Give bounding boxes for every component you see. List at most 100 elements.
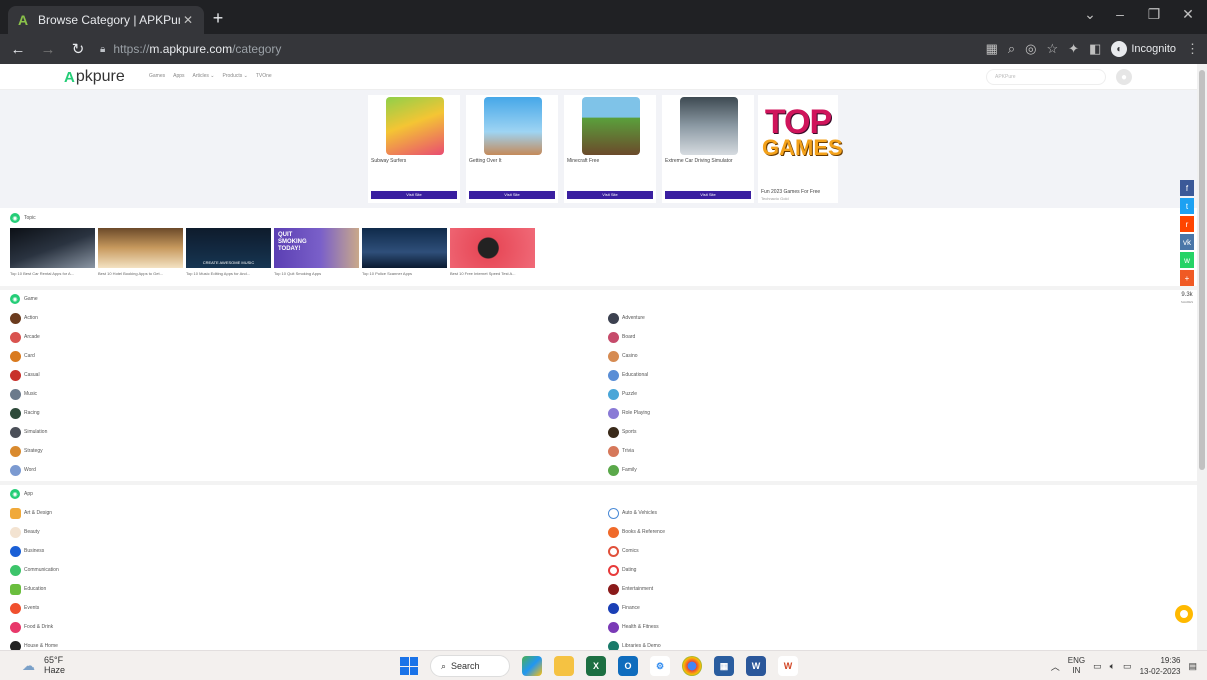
apkpure-logo[interactable]: A pkpure: [64, 68, 125, 86]
category-link[interactable]: Arcade: [10, 331, 40, 343]
back-icon[interactable]: ←: [6, 41, 30, 58]
site-search-input[interactable]: APKPure: [986, 69, 1106, 85]
address-bar[interactable]: 🔒︎ https:// m.apkpure.com /category: [92, 37, 942, 61]
category-link[interactable]: Educational: [608, 369, 648, 381]
category-link[interactable]: Strategy: [10, 445, 43, 457]
file-explorer-icon[interactable]: [554, 656, 574, 676]
category-link[interactable]: Entertainment: [608, 583, 653, 595]
user-avatar-icon[interactable]: ●: [1116, 69, 1132, 85]
incognito-indicator[interactable]: ◐ Incognito: [1111, 41, 1176, 57]
windows-start-icon[interactable]: [400, 657, 418, 675]
tab-search-icon[interactable]: ⌄: [1076, 6, 1104, 23]
category-link[interactable]: Casino: [608, 350, 638, 362]
category-link[interactable]: Finance: [608, 602, 640, 614]
extensions-icon[interactable]: ✦: [1068, 41, 1079, 57]
side-panel-icon[interactable]: ◧: [1089, 41, 1101, 57]
restore-icon[interactable]: ❐: [1140, 6, 1168, 23]
category-link[interactable]: Sports: [608, 426, 636, 438]
category-link[interactable]: Education: [10, 583, 46, 595]
tray-overflow-icon[interactable]: ︿: [1051, 660, 1060, 673]
category-link[interactable]: Adventure: [608, 312, 645, 324]
category-link[interactable]: Music: [10, 388, 37, 400]
clock[interactable]: 19:36 13-02-2023: [1140, 655, 1181, 677]
wps-office-icon[interactable]: W: [778, 656, 798, 676]
category-link[interactable]: Action: [10, 312, 38, 324]
top-games-ad[interactable]: TOP GAMES Fun 2023 Games For Free Techna…: [758, 95, 843, 203]
excel-icon[interactable]: X: [586, 656, 606, 676]
topic-card[interactable]: Top 10 Police Scanner Apps: [362, 228, 447, 276]
topic-card[interactable]: Top 10 Best Car Rental Apps for A...: [10, 228, 95, 276]
facebook-share-icon[interactable]: f: [1180, 180, 1194, 196]
category-link[interactable]: Simulation: [10, 426, 47, 438]
category-link[interactable]: Auto & Vehicles: [608, 507, 657, 519]
category-link[interactable]: Health & Fitness: [608, 621, 659, 633]
vk-share-icon[interactable]: vk: [1180, 234, 1194, 250]
word-icon[interactable]: W: [746, 656, 766, 676]
category-link[interactable]: Communication: [10, 564, 59, 576]
battery-icon[interactable]: ▭: [1123, 661, 1132, 672]
nav-products[interactable]: Products ⌄: [223, 73, 248, 79]
browser-menu-icon[interactable]: ⋮: [1186, 41, 1199, 57]
category-link[interactable]: Books & Reference: [608, 526, 665, 538]
ad-card[interactable]: Getting Over It Visit Site: [466, 95, 558, 203]
visit-site-button[interactable]: Visit Site: [371, 191, 457, 199]
zoom-icon[interactable]: ⌕: [1008, 41, 1015, 57]
nav-apps[interactable]: Apps: [173, 73, 184, 79]
volume-icon[interactable]: 🔈︎: [1110, 661, 1115, 672]
category-link[interactable]: Events: [10, 602, 39, 614]
taskbar-search[interactable]: ⌕ Search: [430, 655, 510, 677]
outlook-icon[interactable]: O: [618, 656, 638, 676]
category-link[interactable]: Food & Drink: [10, 621, 53, 633]
reddit-share-icon[interactable]: r: [1180, 216, 1194, 232]
visit-site-button[interactable]: Visit Site: [665, 191, 751, 199]
whatsapp-share-icon[interactable]: w: [1180, 252, 1194, 268]
lock-icon[interactable]: 🔒︎: [100, 44, 105, 55]
category-link[interactable]: Casual: [10, 369, 40, 381]
window-close-icon[interactable]: ✕: [1174, 6, 1202, 23]
category-link[interactable]: Trivia: [608, 445, 634, 457]
category-link[interactable]: Comics: [608, 545, 639, 557]
category-link[interactable]: Family: [608, 464, 637, 476]
scrollbar-thumb[interactable]: [1199, 70, 1205, 470]
floating-chat-button[interactable]: [1175, 605, 1193, 623]
weather-widget[interactable]: ☁ 65°F Haze: [22, 655, 65, 675]
chrome-icon[interactable]: [682, 656, 702, 676]
qr-code-icon[interactable]: ▦: [986, 41, 998, 57]
forward-icon[interactable]: →: [36, 41, 60, 58]
more-share-icon[interactable]: +: [1180, 270, 1194, 286]
notifications-icon[interactable]: ▤: [1188, 661, 1197, 672]
nav-articles[interactable]: Articles ⌄: [193, 73, 215, 79]
topic-card[interactable]: Best 10 Hotel Booking Apps to Get...: [98, 228, 183, 276]
browser-tab[interactable]: A Browse Category | APKPure.com ✕: [8, 6, 204, 34]
category-link[interactable]: Board: [608, 331, 635, 343]
category-link[interactable]: Racing: [10, 407, 40, 419]
settings-icon[interactable]: ⚙: [650, 656, 670, 676]
category-link[interactable]: Card: [10, 350, 35, 362]
nav-tvone[interactable]: TVOne: [256, 73, 272, 79]
photos-app-icon[interactable]: [522, 656, 542, 676]
eye-off-icon[interactable]: ◎: [1025, 41, 1036, 57]
topic-card[interactable]: Best 10 Free Internet Speed Test A...: [450, 228, 535, 276]
category-link[interactable]: Art & Design: [10, 507, 52, 519]
category-link[interactable]: Role Playing: [608, 407, 650, 419]
twitter-share-icon[interactable]: t: [1180, 198, 1194, 214]
ad-card[interactable]: Subway Surfers Visit Site: [368, 95, 460, 203]
tab-close-icon[interactable]: ✕: [180, 13, 196, 27]
display-icon[interactable]: ▭: [1093, 661, 1102, 672]
category-link[interactable]: Word: [10, 464, 36, 476]
category-link[interactable]: Puzzle: [608, 388, 637, 400]
topic-card[interactable]: QUIT SMOKING TODAY! Top 10 Quit Smoking …: [274, 228, 359, 276]
topic-card[interactable]: CREATE AWESOME MUSIC Top 10 Music Editin…: [186, 228, 271, 276]
visit-site-button[interactable]: Visit Site: [469, 191, 555, 199]
nav-games[interactable]: Games: [149, 73, 165, 79]
bookmark-star-icon[interactable]: ☆: [1046, 41, 1058, 57]
category-link[interactable]: Dating: [608, 564, 636, 576]
visit-site-button[interactable]: Visit Site: [567, 191, 653, 199]
category-link[interactable]: Business: [10, 545, 44, 557]
category-link[interactable]: Beauty: [10, 526, 40, 538]
language-indicator[interactable]: ENG IN: [1068, 656, 1085, 676]
reload-icon[interactable]: ↻: [66, 40, 90, 58]
ad-card[interactable]: Minecraft Free Visit Site: [564, 95, 656, 203]
minimize-icon[interactable]: –: [1106, 6, 1134, 22]
store-icon[interactable]: ▦: [714, 656, 734, 676]
